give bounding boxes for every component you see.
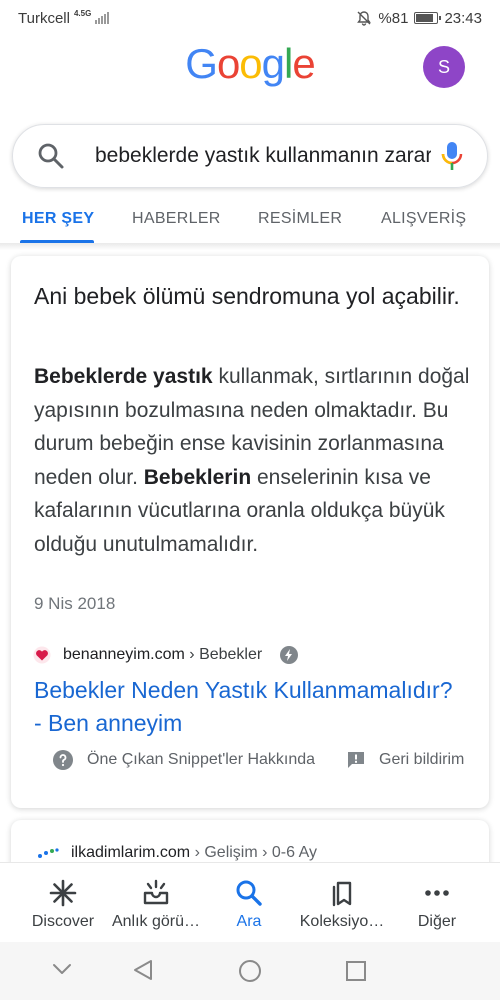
network-type: 4.5G [73, 9, 92, 18]
logo-letter-g2: g [261, 40, 285, 87]
logo-letter-o2: o [239, 40, 262, 87]
collections-icon [332, 881, 352, 907]
nav-updates[interactable]: Anlık görü… [106, 863, 206, 943]
logo-letter-l: l [284, 40, 293, 87]
battery-icon [414, 12, 442, 24]
nav-label-more: Diğer [417, 913, 457, 930]
nav-search[interactable]: Ara [199, 863, 299, 943]
site-favicon-icon [38, 848, 59, 858]
avatar-letter: S [437, 56, 450, 77]
recents-icon[interactable] [345, 960, 367, 982]
search-box[interactable]: bebeklerde yastık kullanmanın zararları [12, 124, 488, 188]
logo-letter-g: G [185, 40, 218, 87]
back-icon[interactable] [132, 959, 154, 981]
search-input[interactable]: bebeklerde yastık kullanmanın zararları [95, 144, 431, 168]
result-site: ilkadimlarim.com [71, 844, 191, 861]
home-icon[interactable] [238, 959, 262, 983]
tab-shopping[interactable]: ALIŞVERİŞ [381, 210, 466, 228]
bottom-navigation: Discover Anlık görü… Ara Koleksiyo… Diğe… [0, 862, 500, 942]
heart-favicon-icon [33, 646, 51, 664]
source-site: benanneyim.com [63, 646, 185, 663]
status-bar: Turkcell 4.5G %81 23:43 [0, 0, 500, 36]
tab-all[interactable]: HER ŞEY [22, 210, 94, 228]
nav-more[interactable]: Diğer [387, 863, 487, 943]
snippet-result-link[interactable]: Bebekler Neden Yastık Kullanmamalıdır? -… [34, 674, 464, 740]
snippet-bold-1: Bebeklerde yastık [34, 365, 213, 388]
result-path: › Gelişim › 0-6 Ay [190, 844, 317, 861]
tab-news[interactable]: HABERLER [132, 210, 221, 228]
result-source: ilkadimlarim.com › Gelişim › 0-6 Ay [37, 844, 317, 862]
tab-images[interactable]: RESİMLER [258, 210, 342, 228]
about-snippets-link[interactable]: Öne Çıkan Snippet'ler Hakkında [53, 750, 315, 770]
amp-bolt-icon [280, 646, 299, 664]
search-icon[interactable] [37, 142, 65, 170]
snippet-date: 9 Nis 2018 [34, 594, 116, 613]
feedback-label: Geri bildirim [379, 751, 465, 768]
nav-collections[interactable]: Koleksiyo… [292, 863, 392, 943]
carrier-name: Turkcell [18, 9, 70, 27]
nav-label-collections: Koleksiyo… [299, 913, 385, 930]
android-system-nav [0, 942, 500, 1000]
snippet-heading: Ani bebek ölümü sendromuna yol açabilir. [34, 283, 460, 309]
clock: 23:43 [444, 9, 482, 27]
feedback-icon [348, 752, 364, 768]
snippet-source[interactable]: benanneyim.com › Bebekler [33, 646, 299, 664]
nav-label-search: Ara [236, 913, 262, 930]
source-path: › Bebekler [184, 646, 263, 663]
mute-bell-icon [357, 11, 372, 26]
battery-percent: %81 [378, 9, 409, 27]
nav-label-updates: Anlık görü… [111, 913, 201, 930]
feedback-link[interactable]: Geri bildirim [347, 751, 464, 769]
logo-letter-o1: o [216, 40, 240, 87]
featured-snippet-card: Ani bebek ölümü sendromuna yol açabilir.… [11, 256, 489, 808]
source-breadcrumb: benanneyim.com › Bebekler [63, 646, 262, 664]
active-tab-indicator [20, 240, 94, 243]
more-icon [425, 890, 449, 896]
status-right: %81 23:43 [356, 10, 482, 27]
about-snippets-label: Öne Çıkan Snippet'ler Hakkında [87, 751, 316, 768]
snippet-bold-2: Bebeklerin [143, 465, 252, 489]
discover-icon [49, 879, 77, 907]
nav-label-discover: Discover [31, 913, 95, 930]
snippet-body: Bebeklerde yastık kullanmak, sırtlarının… [34, 360, 474, 561]
nav-discover[interactable]: Discover [13, 863, 113, 943]
microphone-icon[interactable] [441, 141, 463, 171]
account-avatar[interactable]: S [423, 46, 465, 88]
updates-inbox-icon [143, 879, 169, 905]
search-tabs: HER ŞEY HABERLER RESİMLER ALIŞVERİŞ [0, 196, 500, 244]
signal-icon [95, 12, 110, 24]
search-icon [236, 880, 262, 906]
logo-letter-e: e [292, 40, 315, 87]
tabs-shadow [0, 244, 500, 250]
chevron-down-icon[interactable] [52, 962, 72, 976]
result-breadcrumb: ilkadimlarim.com › Gelişim › 0-6 Ay [71, 844, 317, 862]
help-circle-icon [53, 750, 73, 770]
status-left: Turkcell 4.5G [18, 9, 110, 27]
